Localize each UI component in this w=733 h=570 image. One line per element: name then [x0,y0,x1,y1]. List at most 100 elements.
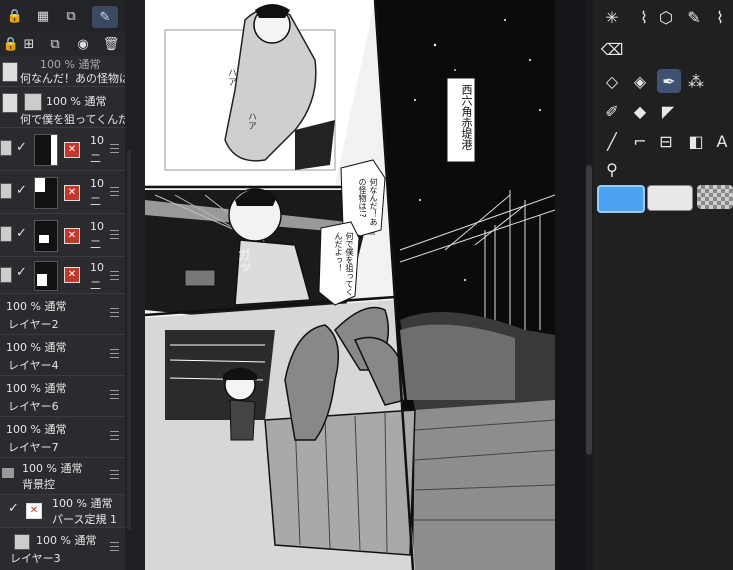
brush-icon[interactable]: ✎ [683,6,705,28]
tools-panel: ✳ ⌇ ⬡ ✎ ⌇ ⌫ ◇ ◈ ✒ ⁂ ✐ ◆ ◤ ╱ ⌐ ⊟ ◧ A ⚲ [593,0,733,570]
trash-icon[interactable]: 🗑 [102,35,120,53]
lock-small-icon[interactable]: 🔒 [2,35,20,53]
layer-row[interactable]: ✓ ✕ 100 % 通常 パース定規 1 [0,495,125,528]
sparkle-icon[interactable]: ✳ [601,6,623,28]
layer-row[interactable]: ✓ ✕ 10 二 [0,128,125,171]
line-icon[interactable]: ╱ [601,130,623,152]
eyedropper-icon[interactable]: ⌇ [633,6,655,28]
visibility-check-icon[interactable]: ✓ [8,501,19,516]
text-icon[interactable]: A [711,130,733,152]
layer-opacity: 100 % 通常 [36,534,97,547]
copy-layer-icon[interactable]: ⧉ [46,35,64,53]
reference-layer-icon[interactable]: ✎ [92,6,118,28]
layer-thumbnail [2,93,18,113]
mask-off-icon[interactable]: ✕ [64,185,80,201]
layer-row[interactable]: 100 % 通常 レイヤー4 [0,335,125,376]
layer-row[interactable]: ✓ ✕ 10 二 [0,171,125,214]
main-color-swatch[interactable] [597,185,645,213]
layer-name: レイヤー4 [8,359,59,372]
layer-opacity: 10 [90,220,104,233]
layer-menu-icon[interactable] [110,542,119,551]
blend-icon[interactable]: ◈ [629,70,651,92]
layer-opacity: 10 [90,177,104,190]
mask-icon[interactable]: ◉ [74,35,92,53]
layer-name: レイヤー6 [8,400,59,413]
layer-row[interactable]: ✓ ✕ 10 二 [0,257,125,294]
layer-opacity: 100 % 通常 [52,497,113,510]
sub-color-swatch[interactable] [647,185,693,211]
layer-opacity: 100 % 通常 [6,423,67,436]
transparent-color-swatch[interactable] [697,185,733,209]
layer-name: 二 [90,195,101,208]
layer-thumbnail [34,220,58,252]
layer-menu-icon[interactable] [110,187,119,196]
layer-row[interactable]: 100 % 通常 レイヤー3 [0,528,125,570]
gradient-triangle-icon[interactable]: ◤ [657,100,679,122]
spray-icon[interactable]: ⁂ [685,70,707,92]
mask-off-icon[interactable]: ✕ [64,142,80,158]
mask-off-icon[interactable]: ✕ [64,228,80,244]
layer-row[interactable]: 100 % 通常 何なんだ！あの怪物は [0,56,125,87]
gradient-icon[interactable]: ◧ [685,130,707,152]
panel-gutter [125,0,145,570]
layer-row[interactable]: 100 % 通常 レイヤー6 [0,376,125,417]
visibility-check-icon[interactable]: ✓ [16,226,27,241]
layer-name: 二 [90,238,101,251]
layer-row[interactable]: 100 % 通常 レイヤー7 [0,417,125,458]
layer-toolbar: 🔒 ▦ ⧉ ✎ [0,0,125,32]
layer-menu-icon[interactable] [110,390,119,399]
layer-name: パース定規 1 [52,513,117,526]
layer-name: 何で僕を狙ってくんだ [20,113,125,126]
layer-row[interactable]: ✓ ✕ 10 二 [0,214,125,257]
layer-name: 何なんだ！あの怪物は [20,72,125,85]
pen-icon[interactable]: ✒ [657,69,681,93]
layer-menu-icon[interactable] [110,271,119,280]
layers-scrollbar[interactable] [127,150,131,530]
layer-thumbnail [2,62,18,82]
visibility-check-icon[interactable]: ✓ [16,265,27,280]
vector-pen-icon[interactable]: ✐ [601,100,623,122]
layer-menu-icon[interactable] [110,431,119,440]
eraser-soft-icon[interactable]: ◇ [601,70,623,92]
layer-menu-icon[interactable] [110,470,119,479]
visibility-check-icon[interactable]: ✓ [16,140,27,155]
canvas-background [555,0,585,570]
layer-menu-icon[interactable] [110,308,119,317]
layer-menu-icon[interactable] [110,230,119,239]
layer-thumbnail [14,534,30,550]
canvas-scrollbar-thumb[interactable] [586,165,592,455]
cube-icon[interactable]: ⬡ [655,6,677,28]
clip-icon[interactable]: ⧉ [62,7,80,25]
layer-row[interactable]: 100 % 通常 レイヤー2 [0,294,125,335]
raster-icon [0,226,12,242]
raster-icon [0,183,12,199]
mask-off-icon[interactable]: ✕ [64,267,80,283]
fill-icon[interactable]: ◆ [629,100,651,122]
layer-opacity: 10 [90,261,104,274]
layer-menu-icon[interactable] [110,144,119,153]
place-caption: 西六角赤堤港 [460,84,473,150]
canvas-page[interactable]: 西六角赤堤港 何なんだ！あの怪物は!? 何で僕を狙ってくんだよっ！ ハア ハア … [145,0,555,570]
layer-name: 二 [90,152,101,165]
eyedropper-alt-icon[interactable]: ⌇ [709,6,731,28]
lock-icon[interactable]: 🔒 [6,7,24,25]
smudge-icon[interactable]: ⚲ [601,158,623,180]
frame-icon[interactable]: ⊟ [655,130,677,152]
folder-icon [2,468,14,478]
layer-name: レイヤー7 [8,441,59,454]
raster-icon [0,267,12,283]
layer-row[interactable]: 100 % 通常 何で僕を狙ってくんだ [0,87,125,128]
layer-menu-icon[interactable] [110,349,119,358]
new-layer-icon[interactable]: ⊞ [20,35,38,53]
visibility-check-icon[interactable]: ✓ [16,183,27,198]
polyline-icon[interactable]: ⌐ [629,130,651,152]
folder-row[interactable]: 100 % 通常 背景控 [0,458,125,495]
layer-opacity: 100 % 通常 [6,300,67,313]
transparency-lock-icon[interactable]: ▦ [34,7,52,25]
layer-name: レイヤー2 [8,318,59,331]
layer-name: レイヤー3 [10,552,61,565]
eraser-icon[interactable]: ⌫ [601,38,624,60]
layer-actions-toolbar: 🔒 ⊞ ⧉ ◉ 🗑 [0,32,125,56]
layer-thumbnail [34,177,58,209]
layer-name: 二 [90,279,101,292]
